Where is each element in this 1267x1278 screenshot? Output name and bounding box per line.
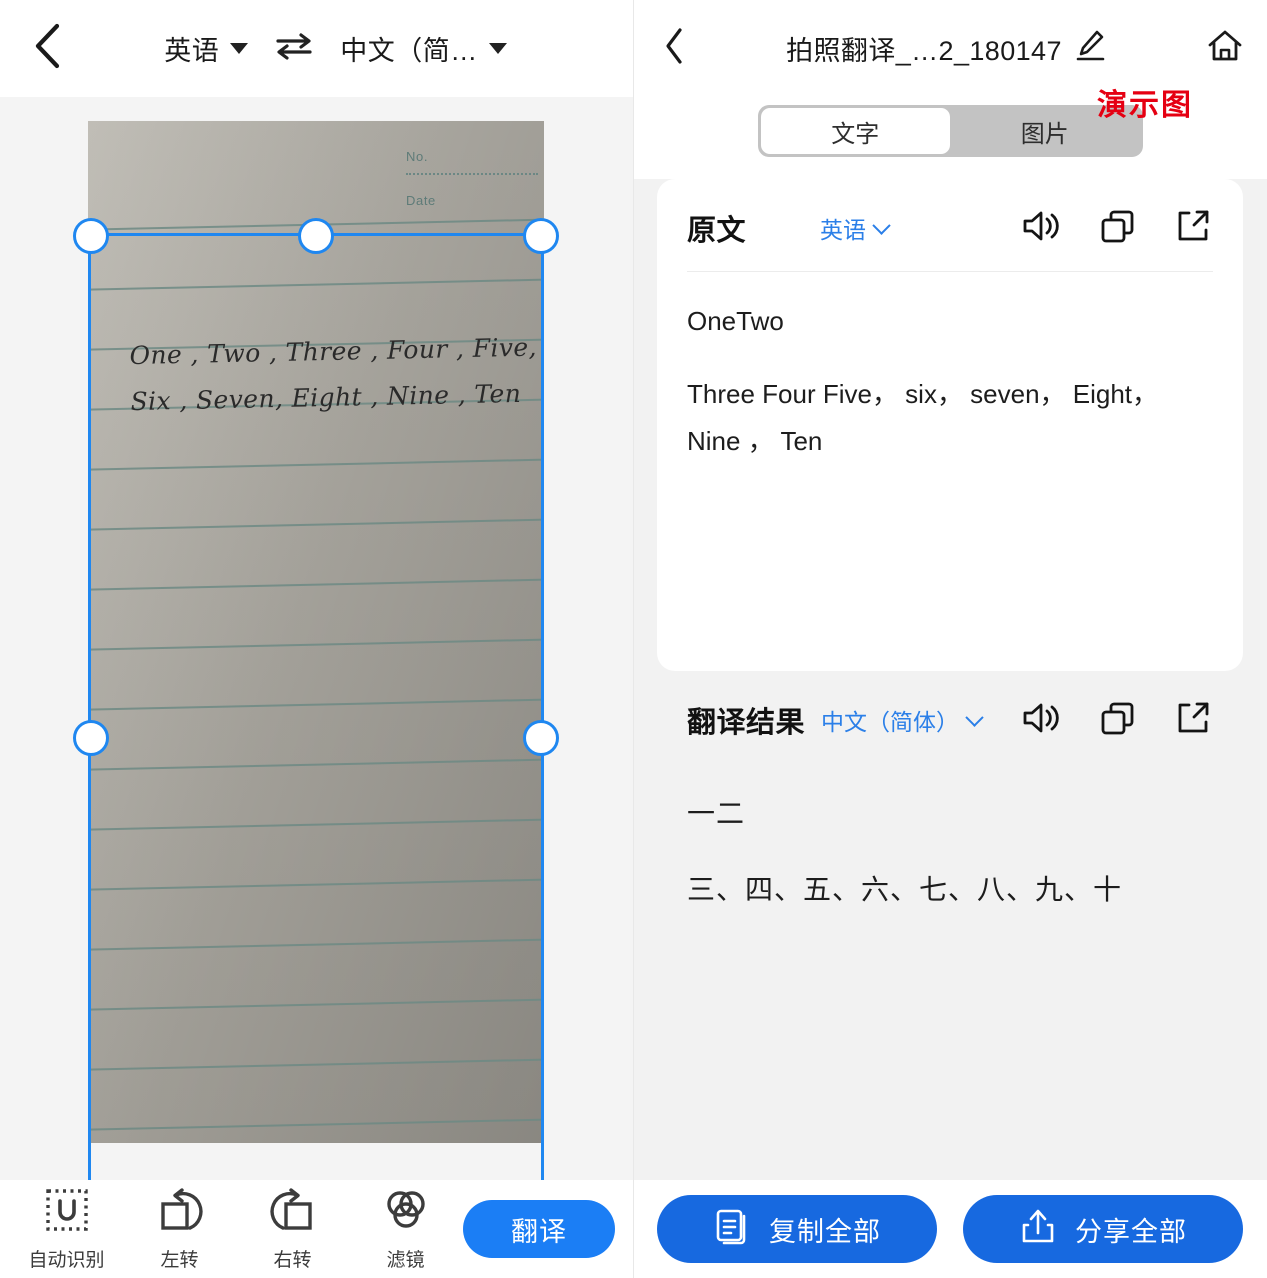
tool-filter[interactable]: 滤镜 <box>349 1187 462 1272</box>
source-language-button[interactable]: 英语 <box>164 29 249 68</box>
source-paragraph-1: OneTwo <box>687 306 784 336</box>
tab-text-label: 文字 <box>831 120 880 148</box>
result-paragraph-1: 一二 <box>687 798 746 829</box>
tool-rotate-right-label: 右转 <box>273 1249 312 1271</box>
paper-no-label: No. <box>406 149 429 164</box>
pencil-edit-icon[interactable] <box>1076 29 1106 68</box>
image-crop-stage[interactable]: No. Date One , Two , Three , Four , Five… <box>0 97 633 1180</box>
result-text-card: 翻译结果 中文（简体） 一二 三、四、五、六、七、八、九、十 <box>657 671 1243 1131</box>
source-language-label: 英语 <box>164 36 220 66</box>
captured-photo: No. Date One , Two , Three , Four , Five… <box>88 121 544 1143</box>
home-icon <box>1207 30 1243 67</box>
source-card-actions <box>1021 208 1213 249</box>
result-card-language-button[interactable]: 中文（简体） <box>821 703 984 737</box>
source-card-header: 原文 英语 <box>687 207 1213 272</box>
filter-icon <box>383 1187 429 1238</box>
result-card-actions <box>1021 700 1213 741</box>
source-card-language-label: 英语 <box>820 217 867 243</box>
copy-icon[interactable] <box>1099 700 1137 741</box>
language-selector-group: 英语 中文（简… <box>78 29 633 68</box>
source-card-language-button[interactable]: 英语 <box>820 211 891 245</box>
tool-filter-label: 滤镜 <box>386 1249 425 1271</box>
document-title: 拍照翻译_…2_180147 <box>786 36 1062 66</box>
ruled-lines <box>88 121 544 1143</box>
demo-watermark: 演示图 <box>1097 89 1193 122</box>
pane-divider <box>633 0 634 1278</box>
speaker-icon[interactable] <box>1021 208 1061 249</box>
right-back-button[interactable] <box>663 27 685 70</box>
result-card-title: 翻译结果 <box>687 707 806 739</box>
share-all-label: 分享全部 <box>1075 1216 1187 1247</box>
tab-text[interactable]: 文字 <box>760 108 950 154</box>
share-external-icon[interactable] <box>1175 700 1213 741</box>
chevron-down-icon <box>488 43 507 54</box>
source-text-card: 原文 英语 OneTwo Three Four Five， six， seven… <box>657 179 1243 671</box>
result-card-header: 翻译结果 中文（简体） <box>687 699 1213 763</box>
copy-all-button[interactable]: 复制全部 <box>657 1195 937 1263</box>
source-card-title: 原文 <box>687 215 747 247</box>
chevron-left-icon <box>32 23 62 74</box>
copy-icon[interactable] <box>1099 208 1137 249</box>
home-button[interactable] <box>1207 29 1243 68</box>
target-language-button[interactable]: 中文（简… <box>340 29 507 68</box>
tool-auto-detect[interactable]: 自动识别 <box>10 1187 123 1272</box>
chevron-down-icon <box>965 707 984 727</box>
share-all-icon <box>1019 1207 1057 1252</box>
swap-languages-button[interactable] <box>274 32 314 65</box>
auto-detect-icon <box>44 1187 90 1238</box>
copy-all-icon <box>713 1207 751 1252</box>
result-card-language-label: 中文（简体） <box>821 709 960 735</box>
paper-date-label: Date <box>406 193 436 208</box>
view-mode-segment: 文字 图片 <box>757 105 1143 157</box>
result-actions-bar: 复制全部 分享全部 <box>633 1180 1267 1278</box>
translate-button-label: 翻译 <box>511 1216 567 1247</box>
tool-auto-detect-label: 自动识别 <box>28 1249 105 1271</box>
chevron-down-icon <box>230 43 249 54</box>
speaker-icon[interactable] <box>1021 700 1061 741</box>
left-header: 英语 中文（简… <box>0 0 633 97</box>
paper-no-dotted-line <box>406 166 538 175</box>
chevron-down-icon <box>872 215 891 235</box>
source-paragraph-2: Three Four Five， six， seven， Eight， Nine… <box>687 379 1159 456</box>
swap-horizontal-icon <box>274 32 314 65</box>
result-paragraph-2: 三、四、五、六、七、八、九、十 <box>687 874 1123 905</box>
target-language-label: 中文（简… <box>340 36 478 66</box>
notebook-paper-photo: No. Date One , Two , Three , Four , Five… <box>88 121 544 1143</box>
left-back-button[interactable] <box>16 23 78 74</box>
source-text-body[interactable]: OneTwo Three Four Five， six， seven， Eigh… <box>687 272 1213 465</box>
tool-rotate-right[interactable]: 右转 <box>236 1187 349 1272</box>
translation-cards: 原文 英语 OneTwo Three Four Five， six， seven… <box>633 179 1267 1180</box>
translate-button[interactable]: 翻译 <box>463 1200 615 1258</box>
paper-form-header: No. Date <box>406 149 538 208</box>
document-title-area: 拍照翻译_…2_180147 <box>685 29 1207 68</box>
tab-image-label: 图片 <box>1020 120 1069 148</box>
tool-rotate-left[interactable]: 左转 <box>123 1187 236 1272</box>
result-text-body[interactable]: 一二 三、四、五、六、七、八、九、十 <box>687 763 1213 915</box>
share-all-button[interactable]: 分享全部 <box>963 1195 1243 1263</box>
tool-rotate-left-label: 左转 <box>160 1249 199 1271</box>
copy-all-label: 复制全部 <box>769 1216 881 1247</box>
handwriting-line-1: One , Two , Three , Four , Five, <box>129 332 538 371</box>
image-tools-toolbar: 自动识别 左转 右转 滤镜 翻译 <box>0 1180 633 1278</box>
right-pane-translation-result: 演示图 拍照翻译_…2_180147 文字 图片 原文 英语 OneTwo Th… <box>633 0 1267 1278</box>
rotate-left-icon <box>157 1187 203 1238</box>
chevron-left-icon <box>663 28 685 69</box>
left-pane-image-editor: 英语 中文（简… No. Date One , Two , Three , Fo… <box>0 0 633 1278</box>
handwriting-line-2: Six , Seven, Eight , Nine , Ten <box>130 378 522 417</box>
handwritten-text: One , Two , Three , Four , Five, Six , S… <box>129 325 538 425</box>
photo-translate-screen: 英语 中文（简… No. Date One , Two , Three , Fo… <box>0 0 1267 1278</box>
rotate-right-icon <box>269 1187 316 1238</box>
share-external-icon[interactable] <box>1175 208 1213 249</box>
